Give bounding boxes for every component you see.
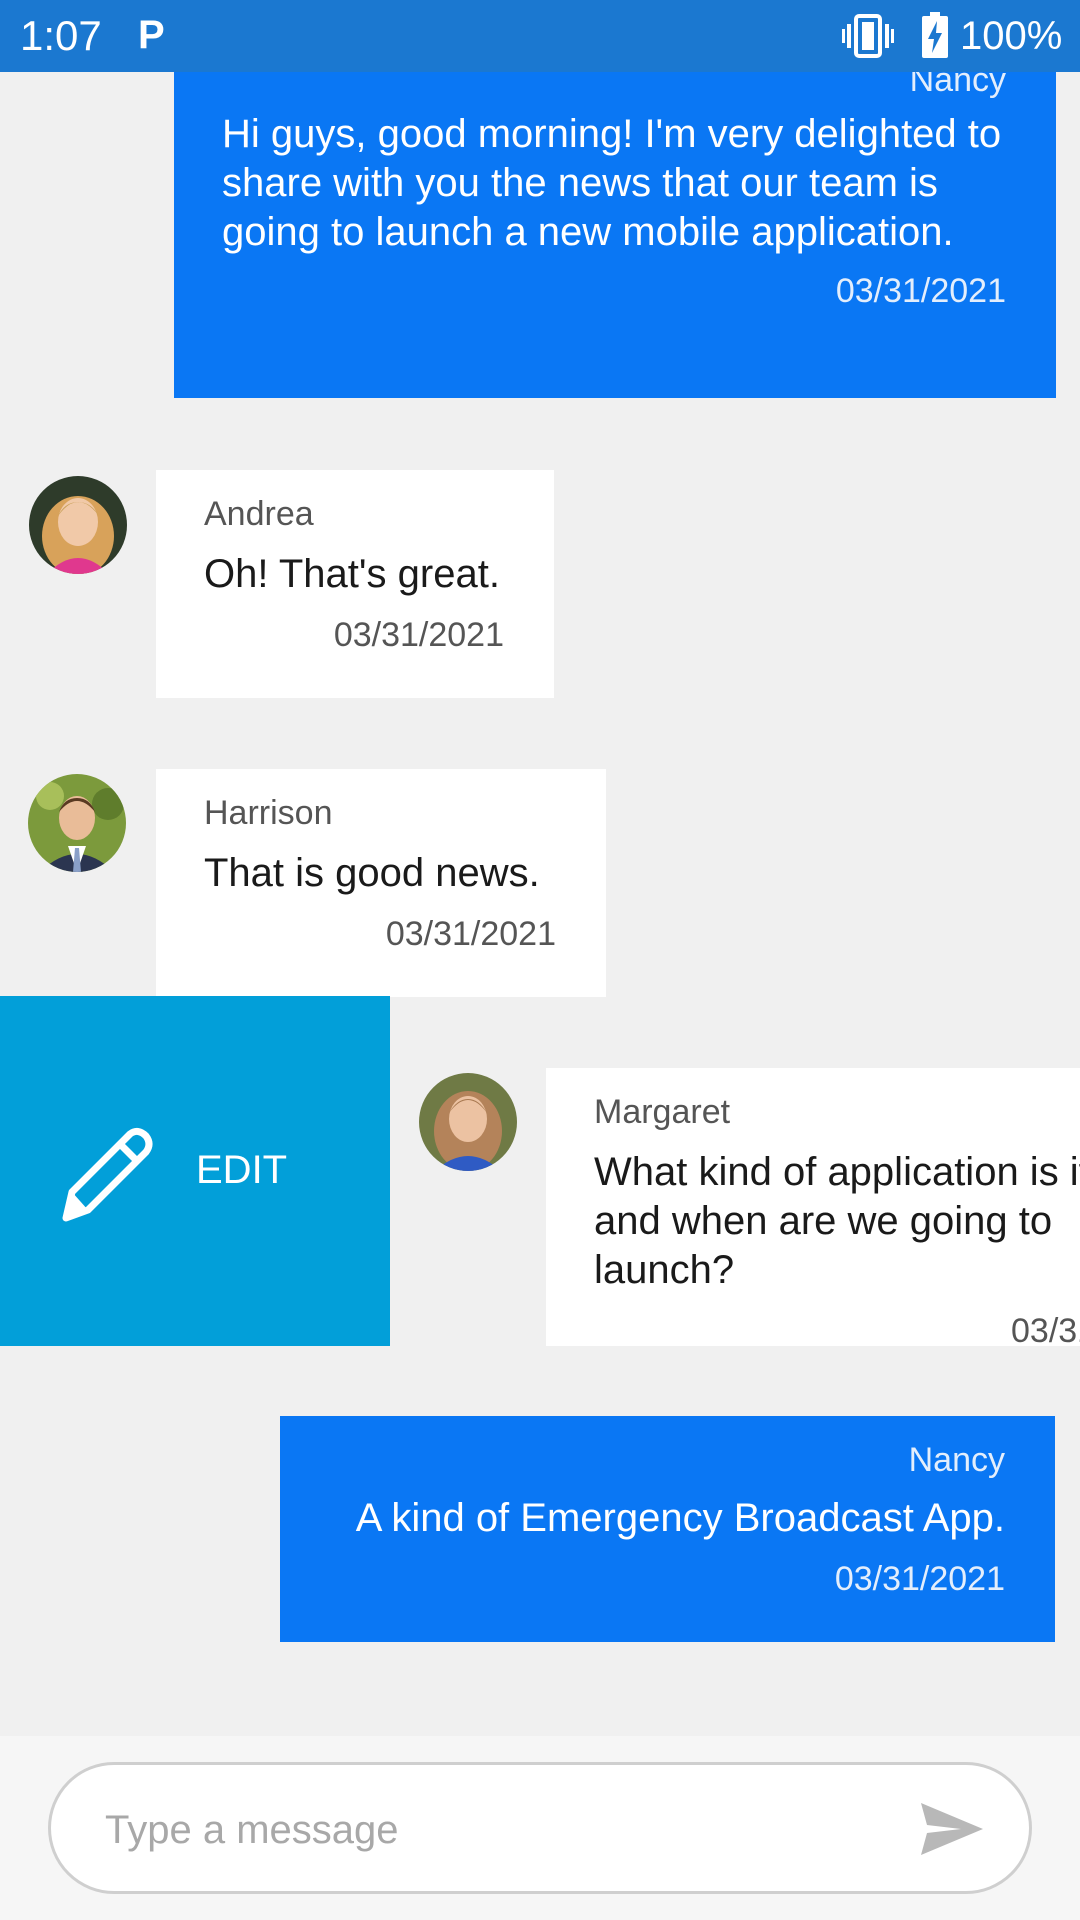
message-sender: Nancy [909, 72, 1006, 99]
message-date: 03/31/2021 [834, 1560, 1005, 1598]
notification-p-icon: P [138, 13, 165, 57]
message-sender: Nancy [908, 1441, 1005, 1479]
message-text: Hi guys, good morning! I'm very delighte… [222, 112, 1002, 254]
edit-label: EDIT [196, 1148, 288, 1192]
status-time: 1:07 [20, 12, 102, 59]
message-input-container[interactable] [48, 1762, 1032, 1894]
battery-charging-icon [922, 12, 948, 58]
message-text: Oh! That's great. [204, 552, 500, 596]
message-date: 03/31/2021 [835, 272, 1006, 310]
message-sender: Andrea [204, 495, 314, 533]
status-bar: 1:07 P 100% [0, 0, 1080, 72]
chat-list[interactable]: Nancy Hi guys, good morning! I'm very de… [0, 72, 1080, 1736]
message-date: 03/31/2021 [1011, 1312, 1080, 1346]
message-text: A kind of Emergency Broadcast App. [355, 1496, 1005, 1540]
avatar-margaret[interactable] [419, 1073, 517, 1171]
message-sender: Harrison [204, 794, 333, 832]
message-bubble-incoming[interactable]: Andrea Oh! That's great. 03/31/2021 [156, 470, 554, 698]
composer-bar [0, 1736, 1080, 1920]
message-text-content: What kind of application is it and when … [594, 1150, 1080, 1292]
message-bubble-incoming[interactable]: Harrison That is good news. 03/31/2021 [156, 769, 606, 997]
message-date: 03/31/2021 [385, 915, 556, 953]
message-text: That is good news. [204, 851, 540, 895]
message-text: What kind of application is it and when … [594, 1148, 1080, 1295]
pencil-icon [62, 1127, 153, 1222]
message-input[interactable] [103, 1795, 887, 1865]
battery-percentage: 100% [960, 14, 1063, 58]
message-bubble-incoming[interactable]: Margaret What kind of application is it … [546, 1068, 1080, 1346]
avatar-andrea[interactable] [29, 476, 127, 574]
send-icon[interactable] [917, 1799, 987, 1859]
message-bubble-outgoing[interactable]: Nancy A kind of Emergency Broadcast App.… [280, 1416, 1055, 1642]
vibrate-icon [842, 14, 894, 58]
message-sender: Margaret [594, 1093, 731, 1131]
edit-swipe-action-button[interactable]: EDIT [0, 996, 390, 1346]
message-bubble-outgoing[interactable]: Nancy Hi guys, good morning! I'm very de… [174, 72, 1056, 398]
message-date: 03/31/2021 [333, 616, 504, 654]
avatar-harrison[interactable] [28, 774, 126, 872]
